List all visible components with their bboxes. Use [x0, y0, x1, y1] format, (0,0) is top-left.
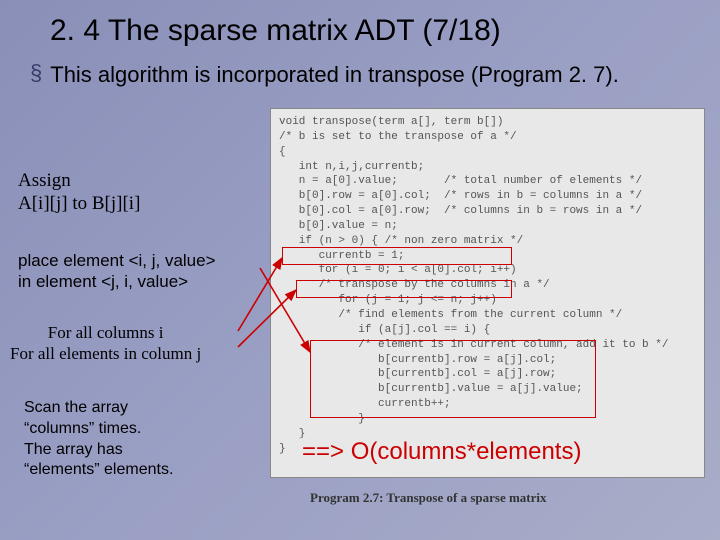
highlight-box-inner-loop	[296, 280, 512, 298]
bullet-marker: §	[30, 62, 42, 88]
annotation-assign: Assign A[i][j] to B[j][i]	[18, 170, 140, 216]
annotation-loops: For all columns i For all elements in co…	[10, 322, 201, 365]
annotation-place: place element <i, j, value> in element <…	[18, 250, 216, 293]
slide-title: 2. 4 The sparse matrix ADT (7/18)	[0, 0, 720, 48]
highlight-box-outer-loop	[282, 247, 512, 265]
bullet-text: This algorithm is incorporated in transp…	[50, 62, 619, 88]
complexity: ==> O(columns*elements)	[300, 438, 583, 466]
annotation-scan: Scan the array “columns” times. The arra…	[24, 398, 173, 481]
code-caption: Program 2.7: Transpose of a sparse matri…	[310, 490, 547, 506]
bullet-item: § This algorithm is incorporated in tran…	[0, 48, 720, 88]
highlight-box-body	[310, 340, 596, 418]
